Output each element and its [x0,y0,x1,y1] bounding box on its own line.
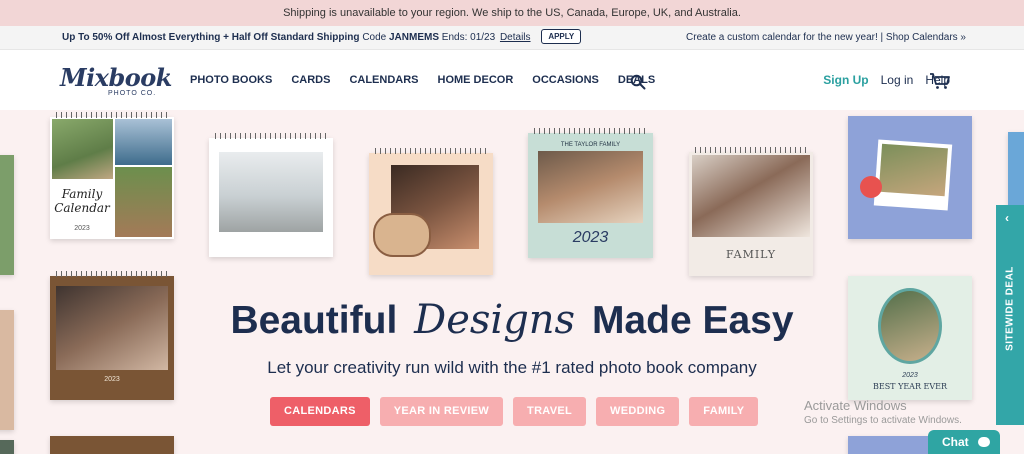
pill-year-in-review[interactable]: YEAR IN REVIEW [379,397,504,426]
windows-activation-title: Activate Windows [804,398,907,413]
promo-offer-text: Up To 50% Off Almost Everything + Half O… [62,32,360,43]
promo-ends: Ends: 01/23 [441,32,496,43]
category-pills: CALENDARS YEAR IN REVIEW TRAVEL WEDDING … [270,397,759,426]
photo [52,119,113,179]
calendar-product-taylor[interactable]: THE TAYLOR FAMILY 2023 [528,128,653,258]
calendar-product-partial[interactable] [50,436,174,454]
spiral-binding [56,271,168,277]
calendar-title: Family Calendar [54,187,110,215]
pill-wedding[interactable]: WEDDING [596,397,680,426]
nav-calendars[interactable]: CALENDARS [349,74,418,86]
calendar-title: THE TAYLOR FAMILY [560,142,621,148]
chat-bubble-icon [978,436,991,447]
nav-links: PHOTO BOOKS CARDS CALENDARS HOME DECOR O… [190,50,655,110]
shop-calendars-link[interactable]: Create a custom calendar for the new yea… [686,26,966,50]
calendar-product-landscape[interactable] [209,133,333,257]
nav-photo-books[interactable]: PHOTO BOOKS [190,74,272,86]
spiral-binding [375,148,487,154]
sitewide-deal-tab[interactable]: ‹ SITEWIDE DEAL [996,205,1024,425]
spiral-binding [56,112,168,118]
photo-frame [873,139,953,211]
chat-label: Chat [942,435,969,449]
cart-icon[interactable] [929,72,951,90]
photo [538,151,643,223]
headline-part-2: Made Easy [591,299,794,342]
hero-subhead: Let your creativity run wild with the #1… [267,358,757,377]
logo-wordmark: Mixbook [60,63,172,92]
chat-button[interactable]: Chat [928,430,1000,454]
badge-graphic [373,213,431,257]
photo [219,152,323,232]
promo-bar: Up To 50% Off Almost Everything + Half O… [0,26,1024,50]
calendar-year: 2023 [572,229,609,246]
calendar-title: FAMILY [725,248,777,261]
pill-family[interactable]: FAMILY [689,397,759,426]
spiral-binding [215,133,327,139]
hero-section: Family Calendar 2023 THE TAYLOR FAMILY 2… [0,110,1024,454]
windows-activation-text: Go to Settings to activate Windows. [804,415,962,426]
calendar-product-family[interactable]: Family Calendar 2023 [50,112,174,239]
promo-offer: Up To 50% Off Almost Everything + Half O… [62,26,582,50]
spiral-binding [695,147,807,153]
headline-script: Designs [414,297,576,343]
main-nav: Mixbook PHOTO CO. PHOTO BOOKS CARDS CALE… [0,50,1024,110]
sitewide-deal-label: SITEWIDE DEAL [1004,266,1016,351]
photo [115,167,172,237]
promo-details-link[interactable]: Details [500,32,531,43]
calendar-product-partial[interactable] [0,440,14,454]
calendar-product-moments[interactable] [369,148,493,275]
promo-code-label: Code [362,32,387,43]
spiral-binding [534,128,647,134]
calendar-product-partial[interactable] [0,155,14,275]
calendar-product-family-white[interactable]: FAMILY [689,147,813,276]
pill-calendars[interactable]: CALENDARS [270,397,370,426]
shipping-notice: Shipping is unavailable to your region. … [0,0,1024,26]
nav-cards[interactable]: CARDS [291,74,330,86]
pill-travel[interactable]: TRAVEL [513,397,587,426]
calendar-title: BEST YEAR EVER [872,382,948,391]
logo-subtitle: PHOTO CO. [108,90,157,97]
mixbook-logo[interactable]: Mixbook PHOTO CO. [60,63,172,99]
nav-occasions[interactable]: OCCASIONS [532,74,599,86]
nav-home-decor[interactable]: HOME DECOR [438,74,514,86]
promo-code: JANMEMS [389,32,440,43]
photo [115,119,172,165]
search-icon[interactable] [630,74,646,90]
photo [692,155,810,237]
hero-headline: Beautiful Designs Made Easy [0,297,1024,343]
headline-part-1: Beautiful [230,299,398,342]
calendar-product-floral[interactable] [848,116,972,239]
calendar-year: 2023 [74,225,90,232]
strawberry-graphic [860,176,882,198]
log-in-link[interactable]: Log in [881,73,914,87]
chevron-left-icon: ‹ [1005,211,1009,225]
sign-up-link[interactable]: Sign Up [823,73,868,87]
apply-button[interactable]: APPLY [541,28,582,44]
